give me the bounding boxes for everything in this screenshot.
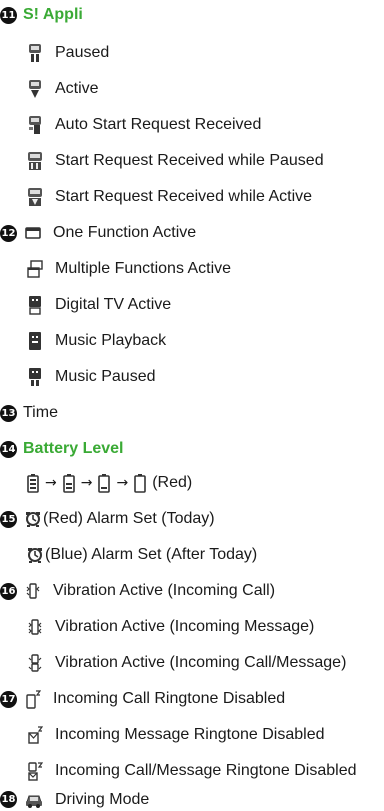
appli-request-active-icon xyxy=(28,188,42,206)
list-item: 17 Incoming Call Ringtone Disabled xyxy=(0,684,285,714)
item-label: (Blue) Alarm Set (After Today) xyxy=(45,546,258,563)
item-label: One Function Active xyxy=(53,224,197,241)
item-label: Start Request Received while Active xyxy=(55,188,313,205)
music-playback-icon xyxy=(29,332,41,350)
item-label: Incoming Call Ringtone Disabled xyxy=(53,690,286,707)
item-label: Music Playback xyxy=(55,332,167,349)
battery-full-icon xyxy=(27,474,39,493)
multiple-functions-icon xyxy=(27,260,43,278)
item-label: Incoming Call/Message Ringtone Disabled xyxy=(55,762,357,779)
item-label: Music Paused xyxy=(55,368,156,385)
battery-medium-icon xyxy=(62,474,75,493)
appli-auto-start-icon xyxy=(29,116,41,134)
number-badge: 13 xyxy=(0,404,17,422)
battery-empty-color-label: (Red) xyxy=(152,474,193,491)
section-s-appli-header: 11 S! Appli xyxy=(0,0,83,30)
item-label: (Red) Alarm Set (Today) xyxy=(43,510,215,527)
item-label: Incoming Message Ringtone Disabled xyxy=(55,726,325,743)
item-label: Time xyxy=(23,404,58,421)
digital-tv-icon xyxy=(29,296,41,315)
arrow-icon: → xyxy=(80,475,93,491)
item-label: Digital TV Active xyxy=(55,296,172,313)
list-item: Digital TV Active xyxy=(0,290,171,320)
battery-sequence: → → → (Red) xyxy=(27,473,192,493)
vibration-call-message-icon xyxy=(28,654,42,672)
vibration-call-icon xyxy=(26,583,40,599)
ringtone-off-message-icon xyxy=(28,726,43,744)
number-badge: 17 xyxy=(0,690,17,708)
list-item: Vibration Active (Incoming Message) xyxy=(0,612,314,642)
list-item: (Blue) Alarm Set (After Today) xyxy=(0,540,257,570)
time-row: 13 Time xyxy=(0,398,58,428)
ringtone-off-call-icon xyxy=(26,690,41,709)
alarm-clock-icon xyxy=(28,548,42,563)
list-item: Incoming Call/Message Ringtone Disabled xyxy=(0,756,357,786)
vibration-message-icon xyxy=(28,619,42,635)
number-badge: 15 xyxy=(0,510,17,528)
item-label: Auto Start Request Received xyxy=(55,116,262,133)
item-label: Multiple Functions Active xyxy=(55,260,232,277)
item-label: Vibration Active (Incoming Call) xyxy=(53,582,276,599)
one-function-icon xyxy=(25,227,41,239)
list-item: Music Paused xyxy=(0,362,156,392)
number-badge: 11 xyxy=(0,6,17,24)
section-battery-header: 14 Battery Level xyxy=(0,434,124,464)
music-paused-icon xyxy=(29,368,41,386)
section-title: S! Appli xyxy=(23,6,83,23)
item-label: Start Request Received while Paused xyxy=(55,152,324,169)
battery-empty-icon xyxy=(134,474,147,493)
item-label: Vibration Active (Incoming Call/Message) xyxy=(55,654,347,671)
battery-low-icon xyxy=(98,474,111,493)
appli-paused-icon xyxy=(29,44,41,62)
list-item: Vibration Active (Incoming Call/Message) xyxy=(0,648,346,678)
section-title: Battery Level xyxy=(23,440,124,457)
alarm-clock-icon xyxy=(26,512,40,527)
arrow-icon: → xyxy=(45,475,57,491)
item-label: Paused xyxy=(55,44,110,61)
list-item: Auto Start Request Received xyxy=(0,110,261,140)
list-item: 18 Driving Mode xyxy=(0,788,149,811)
list-item: 15 (Red) Alarm Set (Today) xyxy=(0,504,215,534)
battery-level-sequence: → → → (Red) xyxy=(0,468,192,498)
list-item: 12 One Function Active xyxy=(0,218,196,248)
arrow-icon: → xyxy=(116,475,129,491)
ringtone-off-call-message-icon xyxy=(28,762,43,781)
item-label: Active xyxy=(55,80,99,97)
number-badge: 14 xyxy=(0,440,17,458)
list-item: Music Playback xyxy=(0,326,166,356)
list-item: Multiple Functions Active xyxy=(0,254,231,284)
list-item: 16 Vibration Active (Incoming Call) xyxy=(0,576,275,606)
item-label: Driving Mode xyxy=(55,790,150,808)
appli-request-paused-icon xyxy=(28,152,42,170)
number-badge: 16 xyxy=(0,582,17,600)
item-label: Vibration Active (Incoming Message) xyxy=(55,618,315,635)
list-item: Incoming Message Ringtone Disabled xyxy=(0,720,324,750)
car-icon xyxy=(26,795,42,808)
list-item: Paused xyxy=(0,38,109,68)
list-item: Start Request Received while Paused xyxy=(0,146,324,176)
number-badge: 12 xyxy=(0,224,17,242)
list-item: Start Request Received while Active xyxy=(0,182,312,212)
appli-active-icon xyxy=(29,80,41,98)
number-badge: 18 xyxy=(0,791,17,808)
list-item: Active xyxy=(0,74,99,104)
